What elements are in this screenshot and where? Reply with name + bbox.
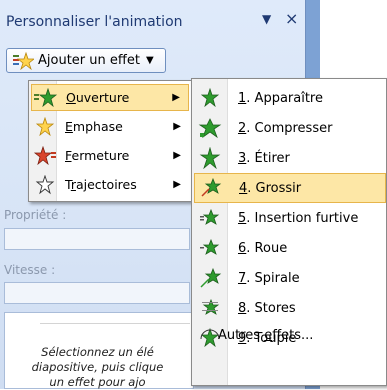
submenu-arrow-icon: ▶: [173, 179, 181, 190]
instruction-line-2: diapositive, puis clique: [31, 360, 164, 374]
effect-category-menu: Ouverture ▶ Emphase ▶ Fermeture ▶ Trajec…: [28, 80, 192, 202]
instruction-line-1: Sélectionnez un élé: [41, 345, 154, 359]
effect-spiral[interactable]: 7. Spirale: [194, 263, 386, 293]
instruction-line-3: un effet pour ajo: [49, 375, 146, 389]
property-label: Propriété :: [4, 208, 67, 222]
pane-options-dropdown[interactable]: ▼: [262, 12, 271, 26]
menu-item-emphasis[interactable]: Emphase ▶: [31, 113, 189, 140]
speed-label: Vitesse :: [4, 263, 56, 277]
effect-compress[interactable]: 2. Compresser: [194, 113, 386, 143]
appear-star-icon: [198, 87, 222, 109]
add-effect-icon: [12, 51, 34, 70]
yellow-star-icon: [33, 116, 57, 137]
blinds-star-icon: [198, 297, 222, 319]
chevron-down-icon: ▼: [145, 55, 154, 66]
menu-item-exit[interactable]: Fermeture ▶: [31, 142, 189, 169]
stretch-star-icon: [198, 147, 222, 169]
speed-field[interactable]: [4, 282, 190, 304]
outline-star-icon: [33, 174, 57, 195]
compress-star-icon: [198, 117, 222, 139]
submenu-arrow-icon: ▶: [172, 92, 180, 103]
submenu-arrow-icon: ▶: [173, 121, 181, 132]
effect-wheel[interactable]: 6. Roue: [194, 233, 386, 263]
wheel-star-icon: [198, 237, 222, 259]
crawl-star-icon: [198, 207, 222, 229]
add-effect-button[interactable]: Ajouter un effet ▼: [6, 48, 166, 73]
red-star-icon: [33, 145, 57, 166]
effect-crawl-in[interactable]: 5. Insertion furtive: [194, 203, 386, 233]
effect-blinds[interactable]: 8. Stores: [194, 293, 386, 323]
add-effect-label: Ajouter un effet: [38, 53, 140, 68]
green-star-icon: [34, 87, 58, 108]
effect-grow[interactable]: 4. Grossir: [194, 173, 386, 203]
menu-item-entrance[interactable]: Ouverture ▶: [31, 84, 189, 111]
menu-separator: [40, 323, 190, 324]
grow-star-icon: [199, 177, 223, 199]
menu-item-motion-paths[interactable]: Trajectoires ▶: [31, 171, 189, 198]
close-icon[interactable]: ×: [285, 9, 298, 28]
property-field[interactable]: [4, 228, 190, 250]
effect-appear[interactable]: 1. Apparaître: [194, 83, 386, 113]
pane-title: Personnaliser l'animation: [6, 14, 183, 30]
effect-stretch[interactable]: 3. Étirer: [194, 143, 386, 173]
more-effects-item[interactable]: Autres effets...: [218, 328, 313, 343]
spiral-star-icon: [198, 267, 222, 289]
instruction-text: Sélectionnez un élé diapositive, puis cl…: [10, 345, 185, 390]
submenu-arrow-icon: ▶: [173, 150, 181, 161]
